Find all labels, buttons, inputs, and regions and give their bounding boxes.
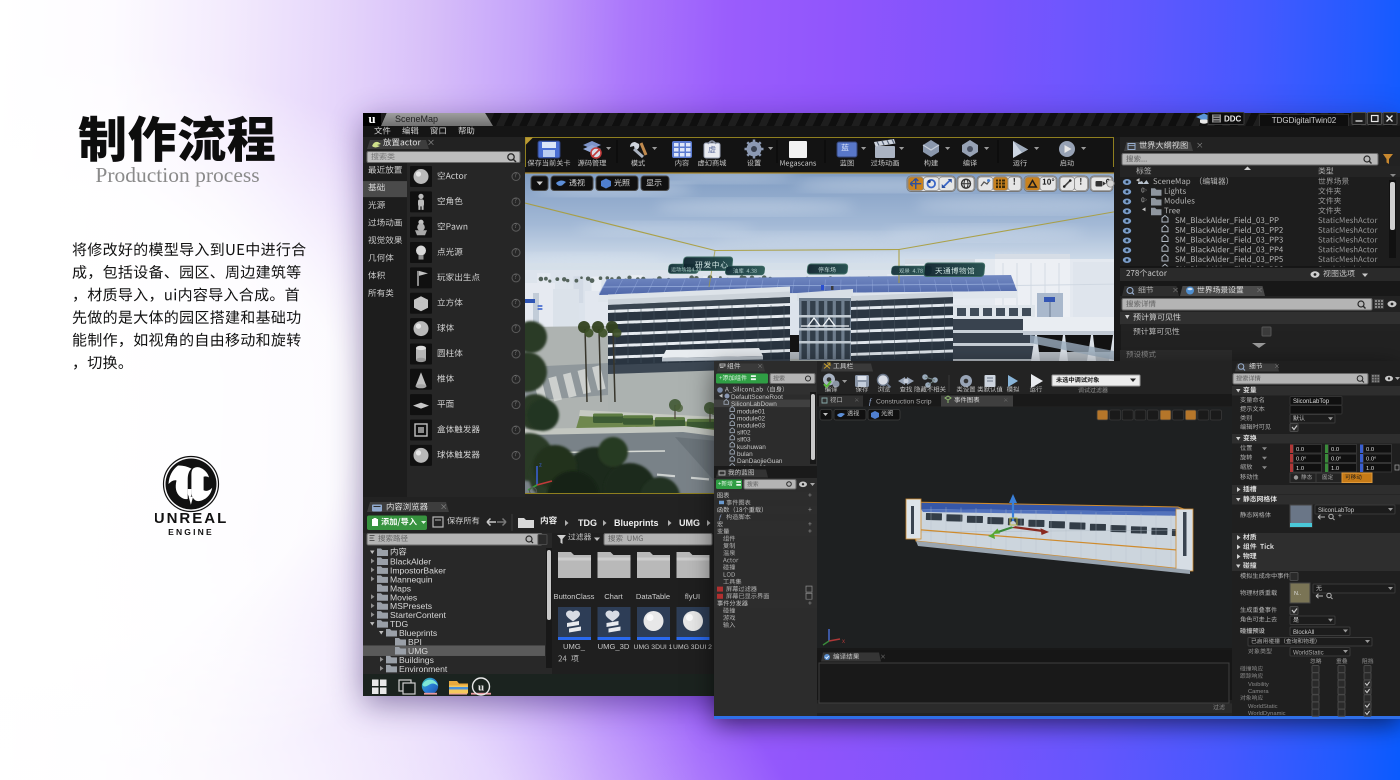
svg-text:0.0: 0.0 (1296, 447, 1304, 453)
svg-text:Construction Scrip: Construction Scrip (876, 399, 932, 406)
svg-text:x: x (842, 639, 845, 645)
svg-text:0.0°: 0.0° (1296, 456, 1306, 462)
svg-text:module01: module01 (737, 408, 766, 415)
svg-text:0.0°: 0.0° (1366, 456, 1376, 462)
svg-text:0.0: 0.0 (1331, 447, 1339, 453)
svg-text:bulan: bulan (737, 451, 753, 458)
svg-text:1.0: 1.0 (1331, 466, 1339, 472)
svg-text:WorldDynamic: WorldDynamic (1248, 711, 1286, 717)
svg-text:SliconLabTop: SliconLabTop (1318, 508, 1355, 514)
svg-text:0.0°: 0.0° (1331, 456, 1341, 462)
svg-text:1.0: 1.0 (1366, 466, 1374, 472)
svg-text:BlockAll: BlockAll (1293, 630, 1314, 636)
svg-text:module03: module03 (737, 423, 766, 430)
svg-text:slf02: slf02 (737, 430, 751, 437)
svg-text:N..: N.. (1294, 591, 1302, 597)
svg-text:slf03: slf03 (737, 437, 751, 444)
svg-text:Camera: Camera (1248, 689, 1269, 695)
svg-text:0.0: 0.0 (1366, 447, 1374, 453)
svg-text:DanDaojieGuan: DanDaojieGuan (737, 458, 783, 465)
svg-text:kushuwan: kushuwan (737, 444, 766, 451)
svg-text:module02: module02 (737, 415, 766, 422)
svg-text:1.0: 1.0 (1296, 466, 1304, 472)
svg-text:WorldStatic: WorldStatic (1293, 650, 1324, 656)
svg-text:SliconLabTop: SliconLabTop (1293, 399, 1330, 405)
svg-text:WorldStatic: WorldStatic (1248, 704, 1278, 710)
svg-text:SiliconLabDown: SiliconLabDown (731, 401, 777, 408)
svg-text:Visibility: Visibility (1248, 682, 1269, 688)
